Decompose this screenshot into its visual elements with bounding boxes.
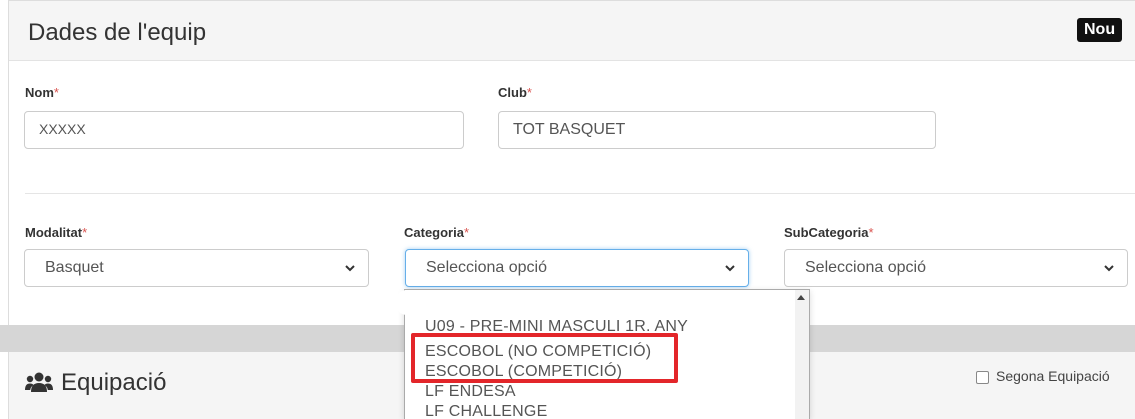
new-badge: Nou [1077,18,1123,42]
chevron-down-icon [1104,265,1114,272]
categoria-value: Selecciona opció [426,259,547,276]
second-kit-label[interactable]: Segona Equipació [996,368,1110,384]
nom-label: Nom* [25,85,59,100]
club-label-text: Club [498,85,527,100]
section-divider [25,193,1135,194]
chevron-down-icon [725,265,735,272]
dropdown-top-edge [395,290,799,315]
required-mark: * [82,225,88,240]
nom-input[interactable]: XXXXX [24,111,464,149]
highlight-annotation [411,333,678,383]
equipacio-title: Equipació [61,369,167,396]
scroll-up-arrow-icon[interactable] [797,295,805,300]
dropdown-option[interactable]: LF CHALLENGE [425,403,547,419]
subcategoria-value: Selecciona opció [805,259,926,276]
required-mark: * [463,225,470,240]
required-mark: * [53,85,59,100]
categoria-label-text: Categoria [404,225,464,240]
categoria-select[interactable]: Selecciona opció [405,249,749,287]
users-icon [25,372,53,392]
required-mark: * [868,225,874,240]
dropdown-scrollbar[interactable] [795,290,809,419]
subcategoria-label: SubCategoria* [784,225,874,240]
dropdown-option[interactable]: LF ENDESA [425,383,516,401]
second-kit-checkbox[interactable] [976,371,989,384]
categoria-label: Categoria* [404,225,469,240]
modalitat-select[interactable]: Basquet [24,249,369,287]
nom-label-text: Nom [25,85,54,100]
chevron-down-icon [345,265,355,272]
subcategoria-select[interactable]: Selecciona opció [784,249,1128,287]
subcategoria-label-text: SubCategoria [784,225,869,240]
team-form-page: Dades de l'equip Nou Nom* XXXXX Club* TO… [0,0,1135,419]
panel-header: Dades de l'equip Nou [9,1,1135,61]
required-mark: * [526,85,532,100]
panel-title: Dades de l'equip [28,19,207,46]
modalitat-value: Basquet [45,259,104,276]
modalitat-label: Modalitat* [25,225,87,240]
club-label: Club* [498,85,532,100]
modalitat-label-text: Modalitat [25,225,83,240]
team-data-panel: Dades de l'equip Nou Nom* XXXXX Club* TO… [8,0,1135,325]
club-input[interactable]: TOT BASQUET [498,111,936,149]
